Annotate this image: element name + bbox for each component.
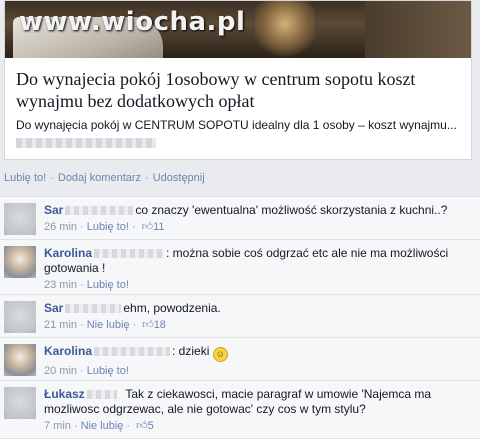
avatar[interactable] <box>4 203 36 235</box>
comment-time[interactable]: 21 min <box>44 319 77 331</box>
redacted-domain <box>16 138 156 148</box>
avatar[interactable] <box>4 344 36 376</box>
link-preview-card[interactable]: www.wiocha.pl Do wynajecia pokój 1osobow… <box>4 0 472 160</box>
like-link[interactable]: Lubię to! <box>87 221 129 233</box>
comment-author[interactable]: Sar <box>44 301 63 315</box>
comment-meta: 23 min · Lubię to! <box>44 279 129 291</box>
redacted-name <box>94 347 171 357</box>
thumbs-up-icon: 👍︎ <box>136 420 148 432</box>
comment-author[interactable]: Karolina <box>44 246 92 260</box>
avatar[interactable] <box>4 387 36 419</box>
comment: Łukasz Tak z ciekawosci, macie paragraf … <box>0 381 480 439</box>
avatar[interactable] <box>4 246 36 278</box>
comment: Karolina : dzieki ☺ 20 min · Lubię to! <box>0 338 480 381</box>
post-actions: Lubię to! · Dodaj komentarz · Udostępnij <box>4 172 205 184</box>
comment-link[interactable]: Dodaj komentarz <box>58 172 141 184</box>
comment-text: co znaczy 'ewentualna' możliwość skorzys… <box>135 203 448 217</box>
preview-image[interactable]: www.wiocha.pl <box>5 1 471 58</box>
thumbs-up-icon: 👍︎ <box>141 221 154 233</box>
comment-meta: 7 min · Nie lubię · 👍︎5 <box>44 420 154 432</box>
redacted-name <box>65 206 134 216</box>
comment-body: Karolina : dzieki ☺ 20 min · Lubię to! <box>44 344 472 379</box>
lamp-graphic <box>255 1 315 58</box>
like-link[interactable]: Lubię to! <box>87 279 129 291</box>
redacted-name <box>94 249 165 259</box>
comment-list: Sar co znaczy 'ewentualna' możliwość skor… <box>0 196 480 439</box>
comment: Karolina: można sobie coś odgrzać etc al… <box>0 240 480 295</box>
like-link[interactable]: Lubię to! <box>87 365 129 377</box>
comment-body: Karolina: można sobie coś odgrzać etc al… <box>44 246 472 293</box>
comment-author[interactable]: Sar <box>44 203 63 217</box>
separator: · <box>145 172 149 184</box>
dislike-link[interactable]: Nie lubię <box>81 420 124 432</box>
comment-body: Sar co znaczy 'ewentualna' możliwość skor… <box>44 203 472 235</box>
like-link[interactable]: Lubię to! <box>4 172 46 184</box>
redacted-name <box>65 304 122 314</box>
comment-time[interactable]: 7 min <box>44 420 71 432</box>
like-count[interactable]: 18 <box>154 319 166 331</box>
comment-time[interactable]: 26 min <box>44 221 77 233</box>
comment-body: Sar ehm, powodzenia. 21 min · Nie lubię · 👍︎1… <box>44 301 472 333</box>
comment-author[interactable]: Karolina <box>44 344 92 358</box>
comment-text: ehm, powodzenia. <box>123 301 221 315</box>
comment-time[interactable]: 23 min <box>44 279 77 291</box>
smiley-icon: ☺ <box>212 347 228 362</box>
comment-meta: 26 min · Lubię to! · 👍︎11 <box>44 221 165 233</box>
comment: Sar co znaczy 'ewentualna' możliwość skor… <box>0 197 480 240</box>
comment-meta: 21 min · Nie lubię · 👍︎18 <box>44 319 166 331</box>
dislike-link[interactable]: Nie lubię <box>87 319 130 331</box>
redacted-name <box>86 390 117 400</box>
share-link[interactable]: Udostępnij <box>153 172 205 184</box>
watermark-logo: www.wiocha.pl <box>19 7 246 37</box>
comment: Sar ehm, powodzenia. 21 min · Nie lubię · 👍︎1… <box>0 295 480 338</box>
preview-description: Do wynajęcia pokój w CENTRUM SOPOTU idea… <box>16 118 457 132</box>
comment-text: : dzieki <box>172 344 210 358</box>
comment-author[interactable]: Łukasz <box>44 387 85 401</box>
preview-title[interactable]: Do wynajecia pokój 1osobowy w centrum so… <box>16 68 466 112</box>
like-count[interactable]: 5 <box>148 420 154 432</box>
like-count[interactable]: 11 <box>153 221 164 233</box>
comment-time[interactable]: 20 min <box>44 365 77 377</box>
comment-meta: 20 min · Lubię to! <box>44 365 129 377</box>
avatar[interactable] <box>4 301 36 333</box>
comment-body: Łukasz Tak z ciekawosci, macie paragraf … <box>44 387 472 434</box>
thumbs-up-icon: 👍︎ <box>142 319 154 331</box>
window-graphic <box>365 1 471 58</box>
separator: · <box>50 172 54 184</box>
